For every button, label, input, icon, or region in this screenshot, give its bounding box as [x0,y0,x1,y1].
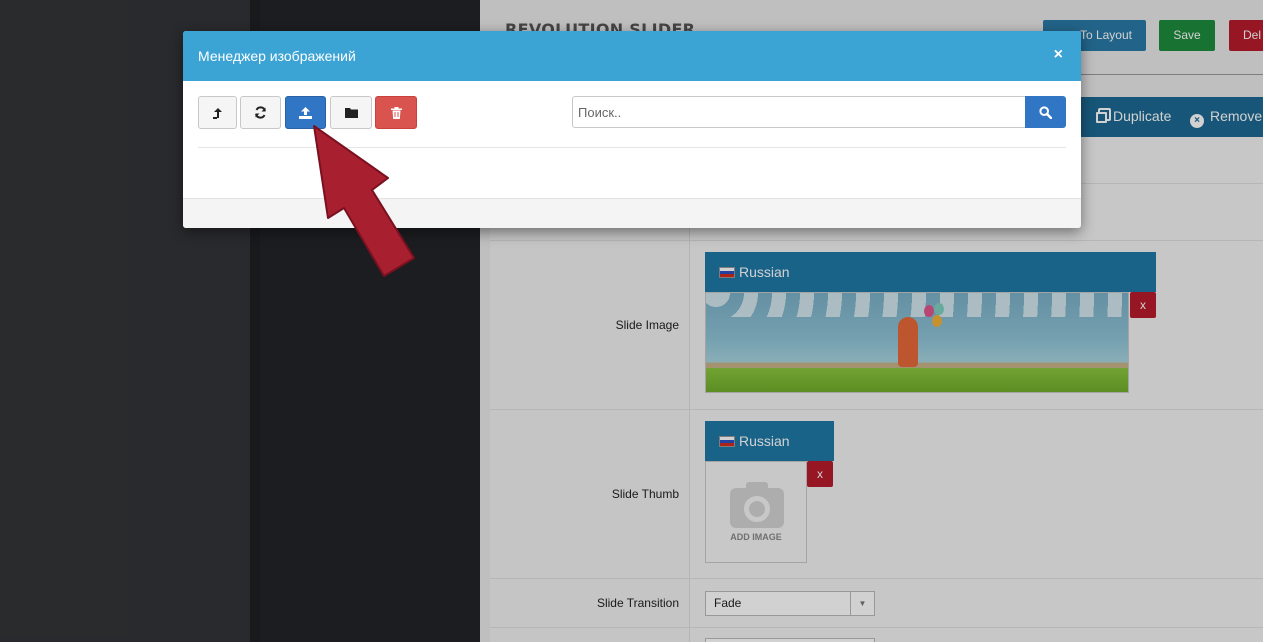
modal-footer [183,198,1081,228]
refresh-icon [255,106,266,119]
new-folder-button[interactable] [330,96,372,129]
delete-files-button[interactable] [375,96,417,129]
parent-folder-button[interactable] [198,96,237,129]
folder-icon [344,108,358,118]
search-icon [1039,105,1052,119]
search-button[interactable] [1025,96,1066,128]
modal-header: Менеджер изображений × [183,31,1081,81]
image-manager-modal: Менеджер изображений × [183,31,1081,228]
close-icon[interactable]: × [1054,46,1063,64]
upload-button[interactable] [285,96,326,129]
search-input[interactable] [572,96,1026,128]
refresh-button[interactable] [240,96,281,129]
modal-body [183,81,1081,198]
upload-icon [299,106,312,119]
modal-divider [198,147,1066,148]
trash-icon [390,106,402,119]
arrow-up-icon [212,107,222,119]
modal-title: Менеджер изображений [198,48,356,64]
